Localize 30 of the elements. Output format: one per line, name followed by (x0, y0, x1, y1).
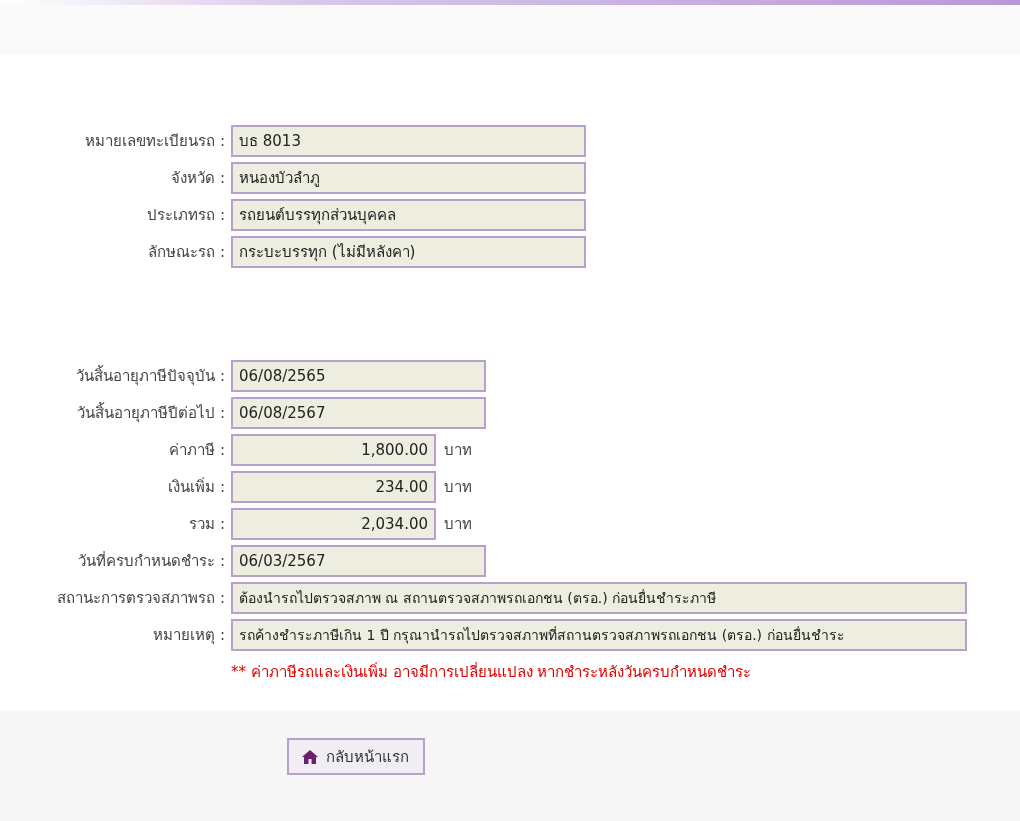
readonly-field[interactable]: หนองบัวลำภู (231, 162, 586, 194)
readonly-field[interactable]: รถค้างชำระภาษีเกิน 1 ปี กรุณานำรถไปตรวจสภาพที่สถานตรวจสภาพรถเอกชน (ตรอ.) ก่อนยื่นชำระ (231, 619, 967, 651)
field-label: รวม : (188, 514, 225, 535)
unit-label: บาท (444, 477, 472, 498)
readonly-field[interactable]: บธ 8013 (231, 125, 586, 157)
readonly-field[interactable]: 06/08/2567 (231, 397, 486, 429)
field-label: ค่าภาษี : (168, 440, 225, 461)
field-label: ประเภทรถ : (146, 205, 225, 226)
readonly-field[interactable]: รถยนต์บรรทุกส่วนบุคคล (231, 199, 586, 231)
readonly-field[interactable]: กระบะบรรทุก (ไม่มีหลังคา) (231, 236, 586, 268)
readonly-field[interactable]: 06/03/2567 (231, 545, 486, 577)
field-label: หมายเหตุ : (152, 625, 225, 647)
field-label: วันที่ครบกำหนดชำระ : (77, 550, 225, 572)
home-button[interactable]: กลับหน้าแรก (287, 738, 425, 775)
field-label: ลักษณะรถ : (147, 242, 225, 263)
readonly-field[interactable]: 234.00 (231, 471, 436, 503)
home-icon (301, 748, 319, 765)
readonly-field[interactable]: 2,034.00 (231, 508, 436, 540)
unit-label: บาท (444, 514, 472, 535)
field-label: เงินเพิ่ม : (167, 476, 225, 498)
field-label: สถานะการตรวจสภาพรถ : (56, 588, 225, 609)
field-label: จังหวัด : (170, 168, 225, 189)
readonly-field[interactable]: ต้องนำรถไปตรวจสภาพ ณ สถานตรวจสภาพรถเอกชน (ตรอ.) ก่อนยื่นชำระภาษี (231, 582, 967, 614)
readonly-field[interactable]: 06/08/2565 (231, 360, 486, 392)
unit-label: บาท (444, 440, 472, 461)
field-label: หมายเลขทะเบียนรถ : (84, 131, 225, 152)
field-label: วันสิ้นอายุภาษีปัจจุบัน : (75, 364, 225, 388)
warning-note: ** ค่าภาษีรถและเงินเพิ่ม อาจมีการเปลี่ยนแปลง หากชำระหลังวันครบกำหนดชำระ (231, 661, 752, 683)
field-label: วันสิ้นอายุภาษีปีต่อไป : (76, 401, 225, 425)
readonly-field[interactable]: 1,800.00 (231, 434, 436, 466)
